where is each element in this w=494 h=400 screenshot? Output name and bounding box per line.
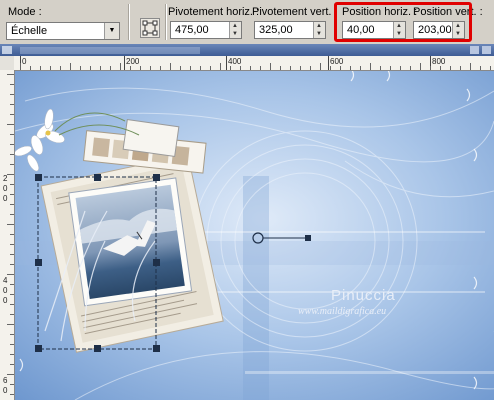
pivot-h-spinner[interactable]: ▲ ▼ (229, 22, 241, 38)
document-titlebar[interactable] (0, 44, 494, 56)
ruler-tick-label: 0 (3, 386, 8, 395)
ruler-tick-label: 200 (126, 57, 140, 66)
titlebar-strip (2, 46, 491, 54)
ruler-tick-label: 0 (3, 286, 8, 295)
pivot-h-label: Pivotement horiz. : (168, 6, 260, 18)
spin-up-icon[interactable]: ▲ (232, 23, 238, 29)
mode-select-value: Échelle (11, 25, 48, 37)
pivot-v-field[interactable]: 325,00 ▲ ▼ (254, 21, 326, 39)
ruler-tick-label: 0 (3, 194, 8, 203)
ruler-tick-label: 6 (3, 376, 8, 385)
spin-down-icon[interactable]: ▼ (316, 31, 322, 37)
toolbar-separator (165, 4, 167, 40)
pivot-v-label: Pivotement vert. : (252, 6, 338, 18)
ruler-corner (0, 56, 15, 71)
ruler-tick-label: 0 (3, 184, 8, 193)
ruler-ticks (20, 56, 491, 70)
vertical-ruler: 2 0 0 4 0 0 6 0 (0, 70, 15, 400)
dropdown-arrow-icon[interactable]: ▼ (104, 23, 119, 39)
image-canvas[interactable]: Pinuccia www.maildigrafica.eu (15, 71, 494, 400)
pivot-h-value: 475,00 (175, 24, 209, 36)
spin-up-icon[interactable]: ▲ (316, 23, 322, 29)
pivot-v-value: 325,00 (259, 24, 293, 36)
mode-label: Mode : (8, 6, 42, 18)
tool-options-bar: Mode : Échelle ▼ Pivotement horiz. : 475… (0, 0, 494, 45)
ruler-tick-label: 4 (3, 276, 8, 285)
horizontal-ruler: 0 200 400 600 800 (14, 56, 494, 71)
spin-down-icon[interactable]: ▼ (232, 31, 238, 37)
mode-select[interactable]: Échelle ▼ (6, 22, 120, 40)
ruler-ticks (7, 74, 14, 395)
ruler-tick-label: 0 (22, 57, 27, 66)
ruler-tick-label: 600 (330, 57, 344, 66)
pivot-v-spinner[interactable]: ▲ ▼ (313, 22, 325, 38)
watermark-name: Pinuccia (331, 287, 396, 304)
ruler-tick-label: 2 (3, 174, 8, 183)
ruler-tick-label: 0 (3, 296, 8, 305)
watermark-url: www.maildigrafica.eu (298, 306, 387, 317)
canvas-artwork (15, 71, 494, 400)
highlight-box (334, 2, 472, 42)
toolbar-separator (128, 4, 130, 40)
ruler-tick-label: 800 (432, 57, 446, 66)
ruler-tick-label: 400 (228, 57, 242, 66)
transform-tool-icon[interactable] (140, 18, 160, 38)
pivot-h-field[interactable]: 475,00 ▲ ▼ (170, 21, 242, 39)
